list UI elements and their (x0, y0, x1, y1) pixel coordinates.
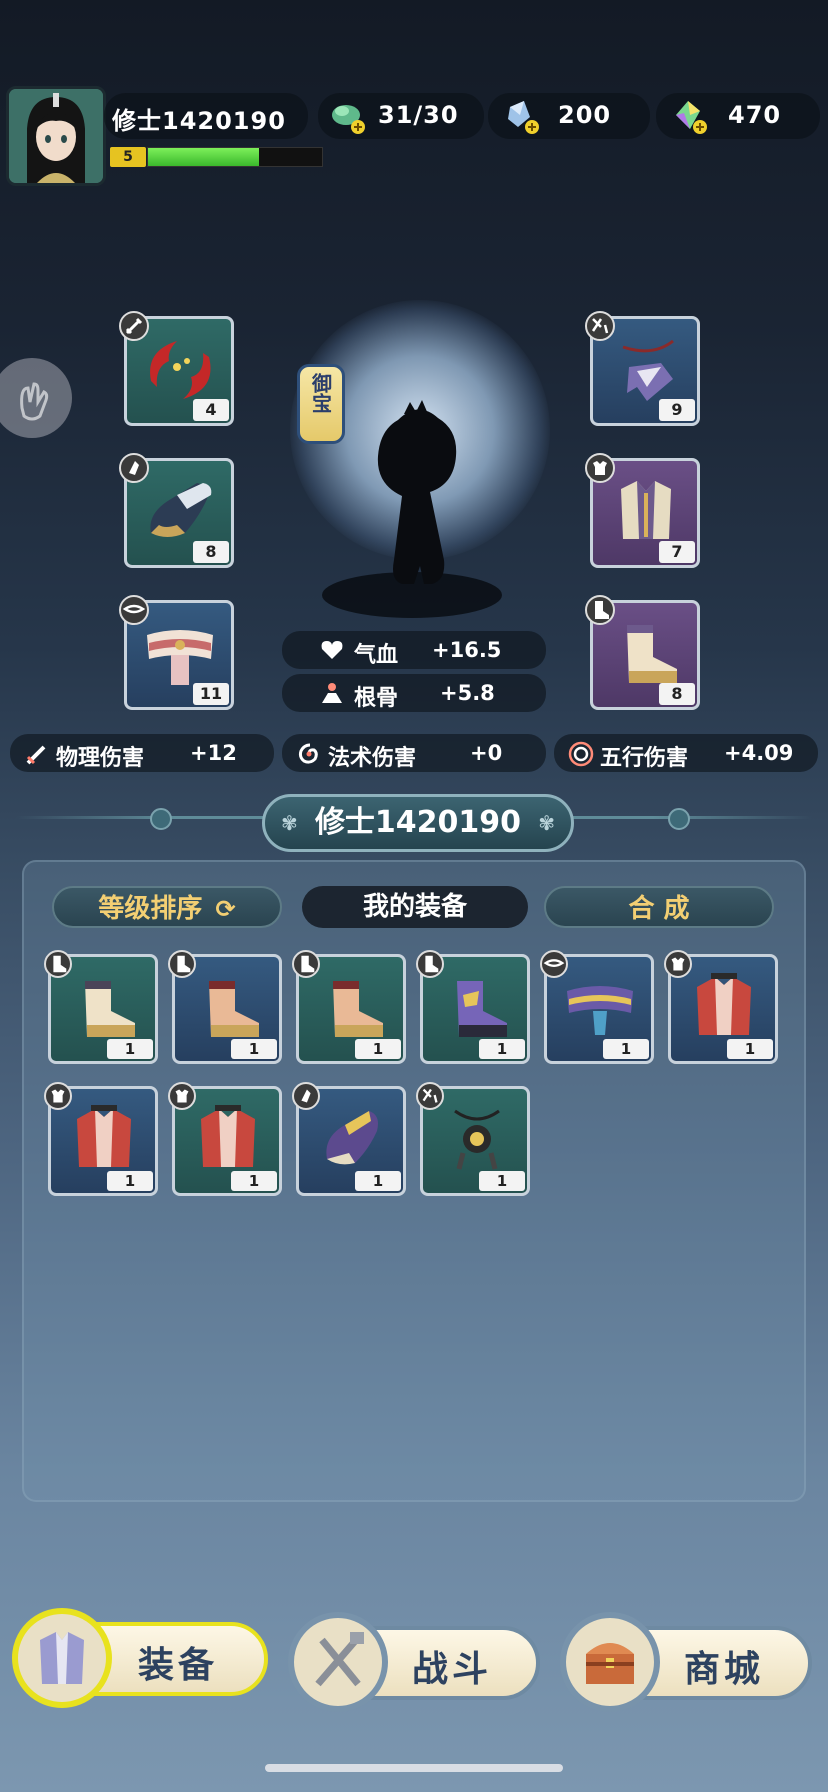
stamina-value: 31/30 (378, 101, 459, 129)
heart-icon (321, 641, 343, 659)
stat-element-damage: 五行伤害 +4.09 (554, 734, 818, 772)
stat-physical-damage: 物理伤害 +12 (10, 734, 274, 772)
equip-count: 7 (659, 541, 695, 563)
inventory-item[interactable]: 1 (292, 1082, 406, 1196)
treasure-button[interactable]: 御宝 (297, 364, 345, 444)
inventory-count: 1 (479, 1171, 525, 1191)
equip-slot-armor[interactable]: 7 (585, 453, 700, 568)
stamina-icon (332, 105, 365, 134)
stat-label: 根骨 (354, 686, 399, 711)
stat-value: +5.8 (440, 681, 495, 705)
flower-icon: ✾ (281, 811, 298, 835)
player-name-pill: 修士1420190 (104, 93, 308, 139)
flower-icon: ✾ (538, 811, 555, 835)
inventory-item[interactable]: 1 (292, 950, 406, 1064)
xp-bar (147, 147, 323, 167)
stat-value: +0 (470, 741, 503, 765)
inventory-item[interactable]: 1 (416, 1082, 530, 1196)
inventory-item[interactable]: 1 (168, 1082, 282, 1196)
divider-knob-left (150, 808, 172, 830)
crystal-pill[interactable]: 200 (488, 93, 650, 139)
armor-nav-icon[interactable] (12, 1608, 112, 1708)
treasure-chest-nav-icon[interactable] (560, 1612, 660, 1712)
treasure-label: 御宝 (308, 373, 333, 413)
inventory-count: 1 (107, 1039, 153, 1059)
sword-icon (26, 745, 46, 765)
player-name: 修士1420190 (112, 107, 286, 135)
inventory-count: 1 (479, 1039, 525, 1059)
inventory-count: 1 (727, 1039, 773, 1059)
gem-pill[interactable]: 470 (656, 93, 820, 139)
nav-label: 战斗 (412, 1649, 493, 1690)
craft-label: 合 成 (628, 894, 690, 924)
crystal-value: 200 (558, 101, 612, 129)
sort-label: 等级排序 (98, 894, 203, 924)
panel-title-banner: ✾ 修士1420190 ✾ (262, 794, 574, 852)
spiral-icon (568, 741, 594, 767)
swirl-icon (298, 743, 318, 764)
equip-count: 8 (659, 683, 695, 705)
refresh-icon: ⟳ (215, 895, 236, 923)
inventory-item[interactable]: 1 (168, 950, 282, 1064)
equip-slot-amulet[interactable]: 9 (585, 311, 700, 426)
nav-label: 装备 (138, 1645, 219, 1686)
stat-label: 法术伤害 (328, 746, 417, 771)
stat-value: +12 (190, 741, 237, 765)
inventory-item[interactable]: 1 (540, 950, 654, 1064)
stat-label: 气血 (354, 643, 399, 668)
gem-icon (676, 101, 707, 134)
inventory-count: 1 (107, 1171, 153, 1191)
inventory-item[interactable]: 1 (416, 950, 530, 1064)
stat-label: 物理伤害 (56, 746, 145, 771)
inventory-count: 1 (603, 1039, 649, 1059)
crossed-weapons-nav-icon[interactable] (288, 1612, 388, 1712)
player-level-badge: 5 (110, 147, 146, 167)
panel-title: 修士1420190 (314, 805, 522, 840)
inventory-item[interactable]: 1 (44, 1082, 158, 1196)
home-indicator[interactable] (265, 1764, 563, 1772)
equip-slot-boots[interactable]: 8 (585, 595, 700, 710)
equip-slot-helmet[interactable]: 8 (119, 453, 234, 568)
crystal-icon (508, 101, 539, 134)
stat-label: 五行伤害 (600, 746, 689, 771)
equip-count: 11 (193, 683, 229, 705)
person-icon (322, 683, 342, 703)
equip-slot-weapon[interactable]: 4 (119, 311, 234, 426)
tab-label: 我的装备 (362, 892, 467, 922)
stat-magic-damage: 法术伤害 +0 (282, 734, 546, 772)
divider-knob-right (668, 808, 690, 830)
inventory-count: 1 (231, 1039, 277, 1059)
sort-by-level-button[interactable]: 等级排序 ⟳ (52, 886, 282, 928)
equip-count: 4 (193, 399, 229, 421)
inventory-count: 1 (355, 1171, 401, 1191)
floating-assist-button[interactable] (0, 358, 72, 438)
player-avatar[interactable] (6, 86, 106, 186)
inventory-item[interactable]: 1 (664, 950, 778, 1064)
hand-icon (20, 382, 49, 421)
inventory-item[interactable]: 1 (44, 950, 158, 1064)
craft-button[interactable]: 合 成 (544, 886, 774, 928)
xp-bar-fill (148, 148, 260, 166)
equip-slot-belt[interactable]: 11 (119, 595, 234, 710)
nav-label: 商城 (684, 1649, 765, 1690)
gem-value: 470 (728, 101, 782, 129)
inventory-count: 1 (231, 1171, 277, 1191)
equip-count: 9 (659, 399, 695, 421)
character-silhouette (377, 400, 457, 584)
tab-my-equipment[interactable]: 我的装备 (302, 886, 528, 928)
stat-hp: 气血 +16.5 (282, 631, 546, 669)
stat-value: +4.09 (724, 741, 794, 765)
stat-value: +16.5 (432, 638, 502, 662)
stat-root: 根骨 +5.8 (282, 674, 546, 712)
equip-count: 8 (193, 541, 229, 563)
stamina-pill[interactable]: 31/30 (318, 93, 484, 139)
inventory-count: 1 (355, 1039, 401, 1059)
